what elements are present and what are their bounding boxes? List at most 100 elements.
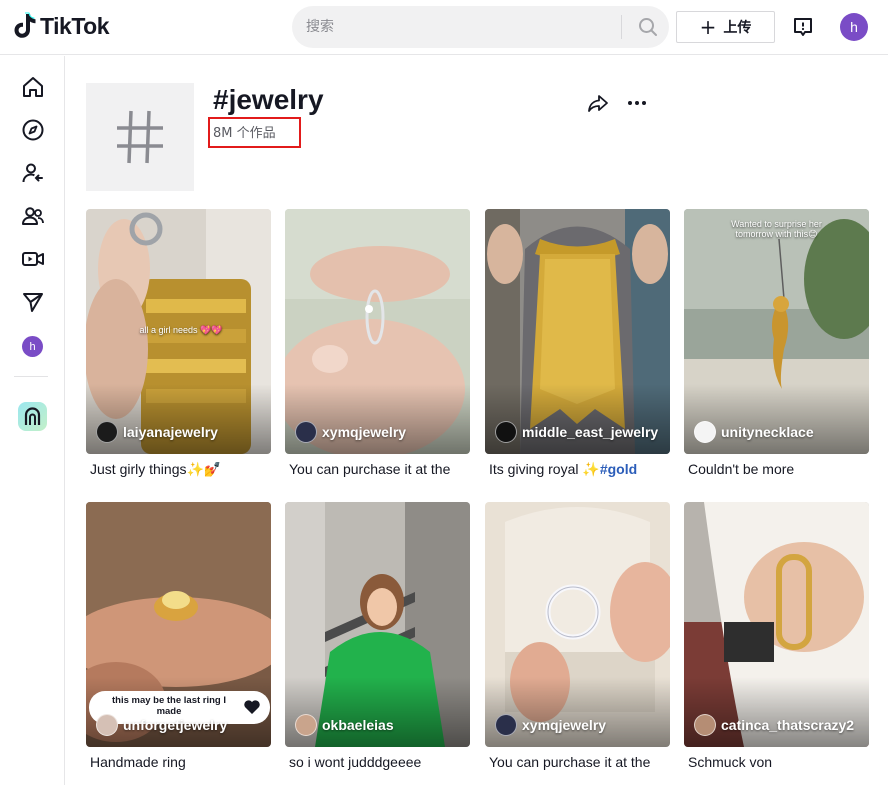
video-card[interactable]: Wanted to surprise her tomorrow with thi… (684, 209, 869, 477)
video-author[interactable]: catinca_thatscrazy2 (694, 714, 854, 736)
thumbnail-shade (285, 384, 470, 454)
video-overlay-text: Wanted to surprise her tomorrow with thi… (731, 219, 822, 239)
author-name: catinca_thatscrazy2 (721, 717, 855, 733)
video-card[interactable]: okbaeleias so i wont judddgeeee (285, 502, 470, 770)
caption-text: Its giving royal ✨ (489, 461, 600, 477)
share-button[interactable] (586, 91, 610, 115)
author-name: xymqjewelry (522, 717, 607, 733)
author-avatar (495, 421, 517, 443)
sidebar-profile-avatar[interactable]: h (22, 336, 43, 357)
inbox-button[interactable] (790, 14, 816, 40)
video-thumbnail[interactable]: xymqjewelry (285, 209, 470, 454)
video-card[interactable]: all a girl needs 💖💖 laiyanajewelry Just … (86, 209, 271, 478)
author-avatar (96, 421, 118, 443)
author-name: unitynecklace (721, 424, 814, 440)
search-divider (621, 15, 622, 39)
upload-button[interactable]: + 上传 (676, 11, 775, 43)
thumbnail-shade (485, 677, 670, 747)
top-bar: TikTok + 上传 h (0, 0, 888, 55)
user-avatar[interactable]: h (840, 13, 868, 41)
author-name: xymqjewelry (322, 424, 407, 440)
live-studio-badge[interactable] (18, 402, 47, 431)
author-name: middle_east_jewelry (522, 424, 659, 440)
thumbnail-shade (285, 677, 470, 747)
video-thumbnail[interactable]: xymqjewelry (485, 502, 670, 747)
compass-icon (22, 119, 44, 141)
author-name: unforgetjewelry (123, 717, 228, 733)
more-icon (628, 101, 646, 105)
author-avatar (495, 714, 517, 736)
sidebar-divider (14, 376, 48, 377)
caption-hashtag[interactable]: #gold (600, 461, 637, 477)
heart-icon (244, 700, 260, 714)
video-author[interactable]: unitynecklace (694, 421, 814, 443)
nav-friends[interactable] (20, 203, 46, 229)
hashtag-thumbnail (86, 83, 194, 191)
brand-name: TikTok (40, 12, 110, 39)
author-avatar (96, 714, 118, 736)
thumbnail-shade (485, 384, 670, 454)
video-thumbnail[interactable]: okbaeleias (285, 502, 470, 747)
inbox-icon (794, 18, 812, 36)
video-author[interactable]: laiyanajewelry (96, 421, 218, 443)
video-caption[interactable]: You can purchase it at the (489, 754, 669, 770)
video-card[interactable]: xymqjewelry You can purchase it at the (285, 209, 470, 477)
video-card[interactable]: catinca_thatscrazy2 Schmuck von (684, 502, 869, 770)
video-caption[interactable]: Schmuck von (688, 754, 868, 770)
video-author[interactable]: xymqjewelry (495, 714, 606, 736)
plus-icon: + (699, 15, 717, 39)
video-card[interactable]: this may be the last ring I made unforge… (86, 502, 271, 770)
video-thumbnail[interactable]: Wanted to surprise her tomorrow with thi… (684, 209, 869, 454)
nav-home[interactable] (20, 74, 46, 100)
author-name: okbaeleias (322, 717, 394, 733)
nav-live[interactable] (20, 246, 46, 272)
tiktok-logo-icon (14, 12, 36, 38)
search-button[interactable] (626, 6, 669, 48)
video-overlay-text: all a girl needs 💖💖 (139, 325, 223, 335)
video-card[interactable]: middle_east_jewelry Its giving royal ✨#g… (485, 209, 670, 478)
search-input[interactable] (306, 6, 606, 48)
home-icon (23, 77, 43, 97)
video-thumbnail[interactable]: catinca_thatscrazy2 (684, 502, 869, 747)
hashtag-title: #jewelry (213, 84, 324, 115)
video-caption[interactable]: Couldn't be more (688, 461, 868, 477)
video-author[interactable]: okbaeleias (295, 714, 394, 736)
following-icon (22, 163, 43, 183)
search-bar (292, 6, 669, 48)
send-icon (23, 293, 43, 312)
video-author[interactable]: xymqjewelry (295, 421, 406, 443)
author-avatar (694, 421, 716, 443)
video-caption[interactable]: Its giving royal ✨#gold (489, 461, 669, 478)
hashtag-icon (117, 110, 163, 164)
nav-following[interactable] (20, 160, 46, 186)
sidebar: h (0, 56, 65, 785)
video-thumbnail[interactable]: middle_east_jewelry (485, 209, 670, 454)
video-caption[interactable]: You can purchase it at the (289, 461, 469, 477)
more-options-button[interactable] (625, 91, 649, 115)
tiktok-logo[interactable]: TikTok (12, 12, 110, 40)
friends-icon (22, 207, 44, 225)
video-thumbnail[interactable]: all a girl needs 💖💖 laiyanajewelry (86, 209, 271, 454)
video-caption[interactable]: Handmade ring (90, 754, 270, 770)
share-icon (588, 95, 608, 112)
author-name: laiyanajewelry (123, 424, 218, 440)
video-card[interactable]: xymqjewelry You can purchase it at the (485, 502, 670, 770)
video-caption[interactable]: Just girly things✨💅 (90, 461, 270, 478)
video-caption[interactable]: so i wont judddgeeee (289, 754, 469, 770)
video-author[interactable]: unforgetjewelry (96, 714, 227, 736)
author-avatar (295, 421, 317, 443)
video-author[interactable]: middle_east_jewelry (495, 421, 658, 443)
live-icon (22, 252, 44, 266)
live-studio-icon (24, 407, 41, 425)
author-avatar (295, 714, 317, 736)
thumbnail-shade (684, 384, 869, 454)
nav-explore[interactable] (20, 117, 46, 143)
nav-messages[interactable] (20, 289, 46, 315)
annotation-highlight-box (208, 117, 301, 148)
thumbnail-shade (684, 677, 869, 747)
upload-label: 上传 (723, 20, 752, 36)
thumbnail-shade (86, 384, 271, 454)
author-avatar (694, 714, 716, 736)
search-icon (638, 18, 657, 36)
video-thumbnail[interactable]: this may be the last ring I made unforge… (86, 502, 271, 747)
